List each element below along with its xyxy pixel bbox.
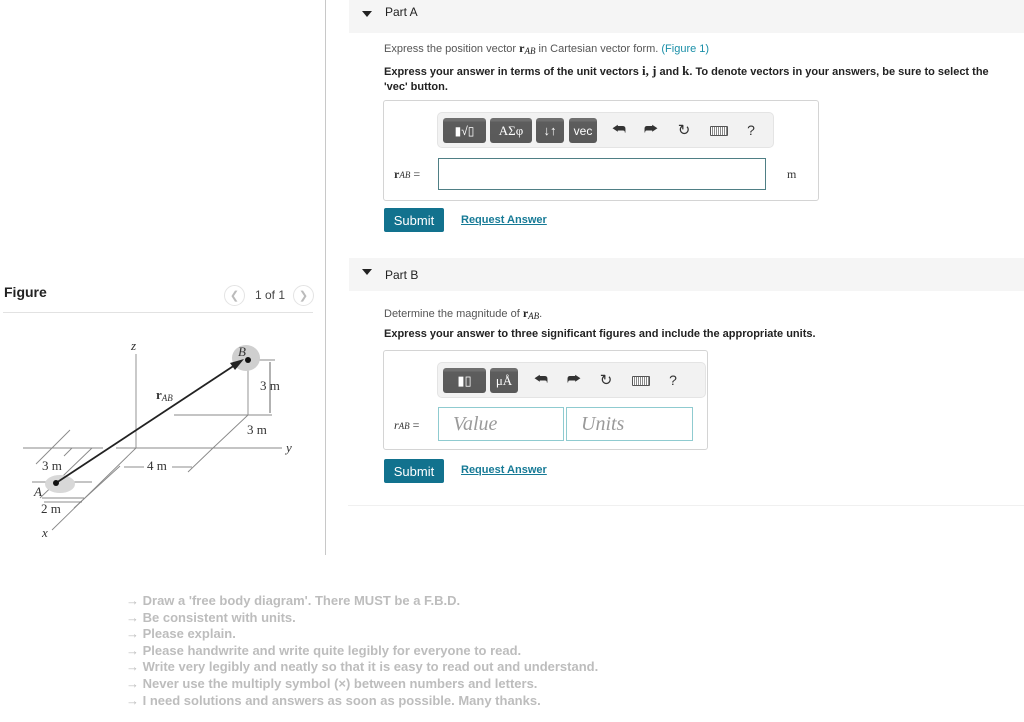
undo-icon[interactable]: ⮪ — [610, 121, 628, 138]
note-item: → Please handwrite and write quite legib… — [126, 642, 522, 658]
x-axis-label: x — [41, 525, 48, 540]
dim-3m-depth-b: 3 m — [247, 422, 267, 437]
chevron-right-icon: ❯ — [298, 290, 309, 302]
caret-down-icon — [362, 11, 372, 17]
help-button[interactable]: ? — [742, 122, 760, 138]
reset-icon[interactable]: ↻ — [675, 121, 693, 139]
part-a-prompt: Express the position vector rAB in Carte… — [384, 41, 710, 56]
part-a-request-answer-link[interactable]: Request Answer — [461, 214, 547, 226]
vector-r-ab: rAB — [519, 41, 536, 56]
keyboard-icon[interactable] — [632, 376, 650, 386]
undo-icon[interactable]: ⮪ — [532, 371, 550, 388]
dim-2m: 2 m — [41, 501, 61, 516]
unit-label-m: m — [787, 167, 797, 181]
units-button[interactable]: μÅ — [490, 368, 518, 393]
greek-symbols-button[interactable]: ΑΣφ — [490, 118, 532, 143]
dim-4m: 4 m — [147, 458, 167, 473]
section-divider — [348, 505, 1024, 506]
note-item: → Be consistent with units. — [126, 609, 296, 625]
y-axis-label: y — [284, 440, 292, 455]
r-ab-label: rAB = — [394, 167, 421, 181]
part-b-answer-box: ▮▯ μÅ ⮪ ⮫ ↻ ? rAB = Value Units — [383, 350, 708, 450]
reset-icon[interactable]: ↻ — [597, 371, 615, 389]
vector-r-ab: rAB — [522, 306, 540, 321]
z-axis-label: z — [130, 338, 136, 353]
part-b-request-answer-link[interactable]: Request Answer — [461, 464, 547, 476]
point-a-shade — [45, 475, 75, 493]
previous-figure-button[interactable]: ❮ — [224, 285, 245, 306]
note-item: → Never use the multiply symbol (×) betw… — [126, 675, 538, 691]
part-b-title: Part B — [385, 268, 419, 282]
next-figure-button[interactable]: ❯ — [293, 285, 314, 306]
caret-down-icon — [362, 269, 372, 275]
part-a-header[interactable]: Part A — [349, 0, 1024, 33]
help-button[interactable]: ? — [664, 372, 682, 388]
part-a-title: Part A — [385, 5, 418, 19]
part-a-math-toolbar: ▮√▯ ΑΣφ ↓↑ vec ⮪ ⮫ ↻ ? — [437, 112, 774, 148]
chevron-left-icon: ❮ — [229, 290, 240, 302]
r-ab-magnitude-label: rAB = — [394, 418, 420, 432]
figure-pager-text: 1 of 1 — [255, 288, 286, 302]
part-a-submit-button[interactable]: Submit — [384, 208, 444, 232]
point-b-label: B — [238, 344, 246, 359]
part-b-prompt: Determine the magnitude of rAB. — [384, 306, 543, 321]
r-ab-vector-input[interactable] — [438, 158, 766, 190]
dim-3m-depth-a: 3 m — [42, 458, 62, 473]
redo-icon[interactable]: ⮫ — [642, 121, 660, 138]
part-b-submit-button[interactable]: Submit — [384, 459, 444, 483]
templates-button[interactable]: ▮▯ — [443, 368, 486, 393]
figure-title: Figure — [4, 284, 47, 300]
part-b-instruction: Express your answer to three significant… — [384, 328, 816, 340]
note-item: → I need solutions and answers as soon a… — [126, 692, 541, 708]
figure-panel: Figure ❮ 1 of 1 ❯ z y x B A rAB 3 m 3 m … — [0, 0, 326, 555]
templates-button[interactable]: ▮√▯ — [443, 118, 486, 143]
note-item: → Write very legibly and neatly so that … — [126, 659, 599, 675]
note-item: → Please explain. — [126, 626, 236, 642]
value-input[interactable]: Value — [438, 407, 564, 441]
notes-list: → Draw a 'free body diagram'. There MUST… — [126, 593, 598, 709]
keyboard-icon[interactable] — [710, 126, 728, 136]
redo-icon[interactable]: ⮫ — [565, 371, 583, 388]
vector-label: rAB — [156, 387, 173, 403]
part-a-answer-box: ▮√▯ ΑΣφ ↓↑ vec ⮪ ⮫ ↻ ? rAB = m — [383, 100, 819, 201]
note-item: → Draw a 'free body diagram'. There MUST… — [126, 593, 461, 608]
part-a-instruction: Express your answer in terms of the unit… — [384, 63, 989, 93]
point-a-label: A — [33, 484, 42, 499]
point-a — [53, 480, 59, 486]
units-input[interactable]: Units — [566, 407, 693, 441]
part-b-header[interactable]: Part B — [349, 258, 1024, 291]
part-b-math-toolbar: ▮▯ μÅ ⮪ ⮫ ↻ ? — [437, 362, 706, 398]
arrows-button[interactable]: ↓↑ — [536, 118, 564, 143]
vec-button[interactable]: vec — [569, 118, 597, 143]
figure-header: Figure ❮ 1 of 1 ❯ — [3, 280, 314, 313]
dim-3m-vertical: 3 m — [260, 378, 280, 393]
figure-diagram: z y x B A rAB 3 m 3 m 3 m 4 m 2 m — [23, 338, 292, 540]
figure-1-link[interactable]: (Figure 1) — [661, 43, 709, 55]
